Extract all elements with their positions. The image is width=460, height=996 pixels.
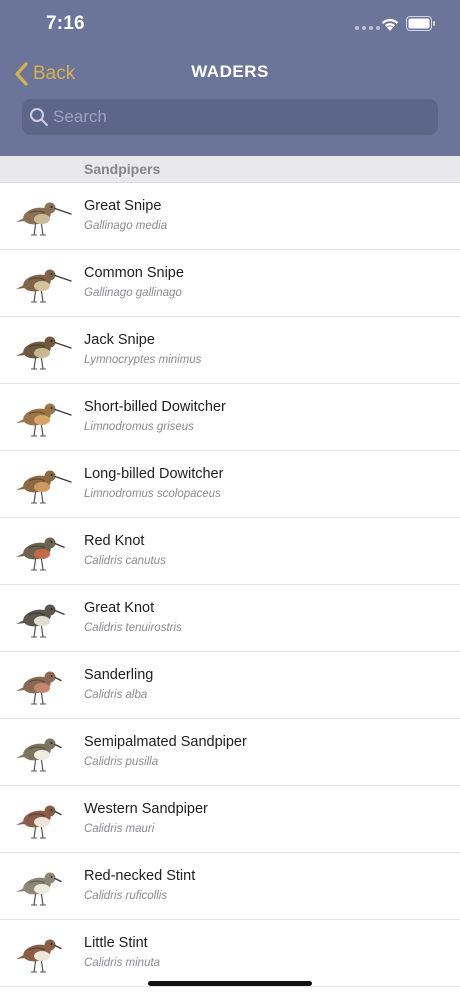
list-item[interactable]: Western Sandpiper Calidris mauri — [0, 786, 460, 853]
bird-common-name: Red-necked Stint — [84, 868, 196, 884]
bird-latin-name: Calidris minuta — [84, 957, 161, 969]
snipe-illustration — [16, 336, 72, 370]
sandpiper-illustration — [16, 738, 62, 772]
bird-latin-name: Calidris tenuirostris — [84, 622, 182, 634]
section-header: Sandpipers — [0, 156, 460, 183]
page-title: WADERS — [191, 62, 269, 81]
search-input[interactable] — [53, 107, 423, 127]
sandpiper-illustration — [16, 805, 62, 839]
snipe-illustration — [16, 269, 72, 303]
bird-latin-name: Gallinago gallinago — [84, 287, 182, 299]
status-bar: 7:16 — [0, 0, 460, 50]
bird-latin-name: Lymnocryptes minimus — [84, 354, 202, 366]
bird-latin-name: Gallinago media — [84, 220, 168, 232]
dowitcher-illustration — [16, 403, 72, 437]
bird-common-name: Little Stint — [84, 935, 148, 951]
bird-common-name: Western Sandpiper — [84, 801, 208, 817]
list-item[interactable]: Great Snipe Gallinago media — [0, 183, 460, 250]
bird-common-name: Semipalmated Sandpiper — [84, 734, 247, 750]
bird-common-name: Common Snipe — [84, 265, 184, 281]
cellular-signal-icon — [355, 26, 380, 30]
bird-common-name: Great Knot — [84, 600, 155, 616]
status-time: 7:16 — [46, 13, 85, 34]
list-item[interactable]: Little Stint Calidris minuta — [0, 920, 460, 987]
list-item[interactable]: Sanderling Calidris alba — [0, 652, 460, 719]
bird-latin-name: Calidris alba — [84, 689, 148, 701]
bird-latin-name: Calidris ruficollis — [84, 890, 168, 902]
list-item[interactable]: Red Knot Calidris canutus — [0, 518, 460, 585]
list-item[interactable]: Jack Snipe Lymnocryptes minimus — [0, 317, 460, 384]
list-item[interactable]: Great Knot Calidris tenuirostris — [0, 585, 460, 652]
search-icon — [30, 108, 49, 127]
bird-latin-name: Calidris canutus — [84, 555, 166, 567]
stint-illustration — [16, 939, 62, 973]
list-item[interactable]: Common Snipe Gallinago gallinago — [0, 250, 460, 317]
bird-common-name: Sanderling — [84, 667, 154, 683]
snipe-illustration — [16, 202, 72, 236]
knot-illustration — [16, 604, 65, 638]
bird-latin-name: Limnodromus griseus — [84, 421, 194, 433]
search-bar[interactable] — [22, 99, 438, 135]
bird-list: Great Snipe Gallinago media Common Snipe… — [0, 183, 460, 987]
knot-illustration — [16, 537, 65, 571]
list-item[interactable]: Red-necked Stint Calidris ruficollis — [0, 853, 460, 920]
bird-common-name: Long-billed Dowitcher — [84, 466, 224, 482]
list-item[interactable]: Long-billed Dowitcher Limnodromus scolop… — [0, 451, 460, 518]
bird-latin-name: Calidris mauri — [84, 823, 155, 835]
section-title: Sandpipers — [84, 161, 161, 177]
home-indicator — [148, 981, 312, 986]
bird-common-name: Red Knot — [84, 533, 145, 549]
stint-illustration — [16, 872, 62, 906]
bird-common-name: Jack Snipe — [84, 332, 155, 348]
dowitcher-illustration — [16, 470, 72, 504]
wifi-icon — [381, 18, 399, 31]
navigation-header: 7:16 Back WADERS — [0, 0, 460, 156]
bird-common-name: Great Snipe — [84, 198, 162, 214]
battery-icon — [406, 16, 435, 31]
bird-latin-name: Calidris pusilla — [84, 756, 159, 768]
list-item[interactable]: Semipalmated Sandpiper Calidris pusilla — [0, 719, 460, 786]
bird-latin-name: Limnodromus scolopaceus — [84, 488, 221, 500]
list-item[interactable]: Short-billed Dowitcher Limnodromus grise… — [0, 384, 460, 451]
sanderling-illustration — [16, 671, 62, 705]
bird-common-name: Short-billed Dowitcher — [84, 399, 226, 415]
